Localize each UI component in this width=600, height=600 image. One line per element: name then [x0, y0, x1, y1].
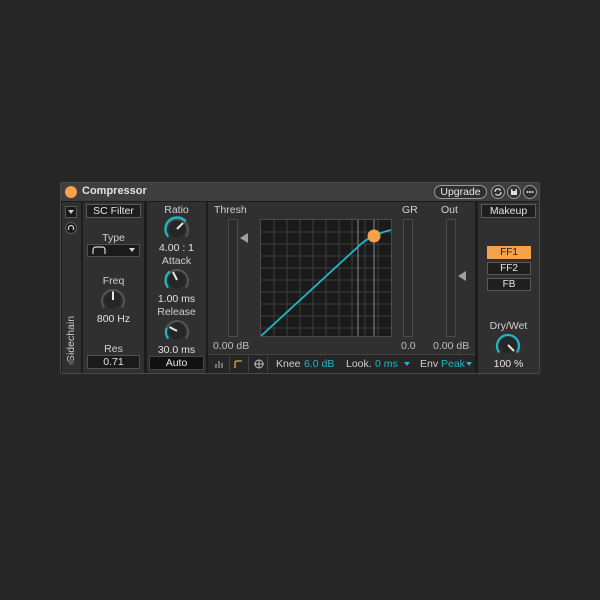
release-value: 30.0 ms	[157, 344, 196, 356]
filter-type-label: Type	[102, 232, 125, 244]
filter-type-dropdown[interactable]	[87, 244, 140, 257]
more-options-icon[interactable]	[523, 185, 537, 199]
release-knob[interactable]	[163, 317, 191, 345]
threshold-handle	[367, 229, 381, 243]
knee-value[interactable]: 6.0 dB	[304, 358, 334, 370]
ratio-value: 4.00 : 1	[158, 242, 195, 254]
lookahead-label: Look.	[346, 358, 372, 370]
dynamics-panel: Ratio 4.00 : 1 Attack 1.00 ms Release 30…	[147, 202, 206, 373]
env-value[interactable]: Peak	[441, 358, 465, 370]
activity-view-icon[interactable]	[248, 356, 268, 372]
device-title: Compressor	[82, 185, 147, 197]
drywet-value: 100 %	[493, 358, 524, 370]
env-label: Env	[420, 358, 439, 370]
ff1-button[interactable]: FF1	[487, 246, 531, 259]
gain-reduction-meter	[403, 219, 413, 337]
refresh-icon[interactable]	[491, 185, 505, 199]
out-label: Out	[441, 204, 458, 216]
sc-filter-button[interactable]: SC Filter	[86, 204, 141, 218]
attack-knob[interactable]	[163, 266, 191, 294]
freq-knob[interactable]	[99, 286, 127, 314]
env-chevron-down-icon[interactable]	[466, 362, 472, 366]
attack-value: 1.00 ms	[157, 293, 196, 305]
chevron-down-icon	[129, 248, 135, 252]
compressor-display: Thresh 0.00 dB GR 0.0 Out 0.00 dB Knee 6…	[208, 202, 475, 373]
makeup-button[interactable]: Makeup	[481, 204, 536, 218]
sidechain-strip: Sidechain	[62, 202, 81, 373]
output-panel: Makeup FF1 FF2 FB Dry/Wet 100 %	[478, 202, 539, 373]
ff2-button[interactable]: FF2	[487, 262, 531, 275]
device-title-bar: Compressor Upgrade	[61, 183, 539, 201]
fb-button[interactable]: FB	[487, 278, 531, 291]
drywet-knob[interactable]	[494, 331, 522, 359]
res-label: Res	[104, 343, 123, 355]
upgrade-button[interactable]: Upgrade	[434, 185, 487, 199]
gr-label: GR	[402, 204, 418, 216]
ratio-knob[interactable]	[163, 215, 191, 243]
thresh-label: Thresh	[214, 204, 247, 216]
transfer-curve-graph[interactable]	[260, 219, 392, 337]
sidechain-toggle[interactable]	[68, 359, 74, 365]
headphones-icon[interactable]	[65, 222, 77, 234]
sidechain-expand-icon[interactable]	[65, 206, 77, 218]
gr-value: 0.0	[401, 340, 416, 352]
bandpass-shape-icon	[92, 246, 106, 254]
freq-value: 800 Hz	[96, 313, 131, 325]
output-slider-handle[interactable]	[458, 271, 466, 281]
sidechain-label: Sidechain	[65, 315, 77, 363]
display-toolbar: Knee 6.0 dB Look. 0 ms Env Peak	[208, 354, 475, 373]
curve-view-icon[interactable]	[229, 356, 247, 372]
lookahead-chevron-down-icon[interactable]	[404, 362, 410, 366]
compressor-device: Compressor Upgrade Sidechain SC Filter T…	[60, 182, 540, 374]
sc-filter-panel: SC Filter Type Freq 800 Hz Res 0.71	[83, 202, 144, 373]
auto-release-button[interactable]: Auto	[149, 356, 204, 370]
out-value: 0.00 dB	[433, 340, 470, 352]
res-value-field[interactable]: 0.71	[87, 355, 140, 369]
save-icon[interactable]	[507, 185, 521, 199]
lookahead-value[interactable]: 0 ms	[375, 358, 398, 370]
thresh-slider-handle[interactable]	[240, 233, 248, 243]
thresh-meter	[228, 219, 238, 337]
thresh-value: 0.00 dB	[213, 340, 250, 352]
knee-label: Knee	[276, 358, 301, 370]
meter-view-icon[interactable]	[210, 356, 228, 372]
output-meter	[446, 219, 456, 337]
device-power-toggle[interactable]	[65, 186, 77, 198]
